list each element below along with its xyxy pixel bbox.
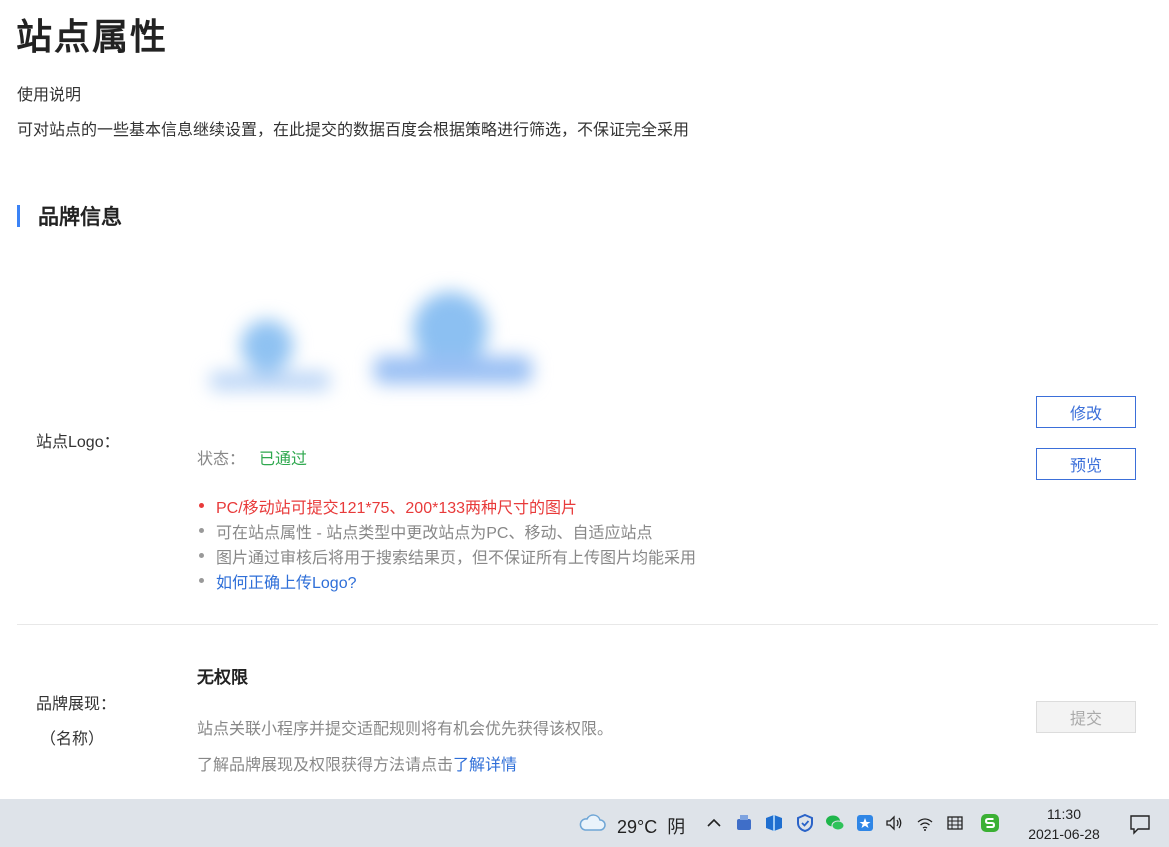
logo-preview-small [196, 300, 342, 410]
site-logo-label: 站点Logo： [36, 434, 120, 451]
sogou-icon[interactable] [980, 813, 1000, 833]
list-item: 可在站点属性 - 站点类型中更改站点为PC、移动、自适应站点 [197, 518, 696, 543]
brand-display-label: 品牌展现： [36, 696, 117, 713]
list-item: 图片通过审核后将用于搜索结果页，但不保证所有上传图片均能采用 [197, 543, 696, 568]
usage-title: 使用说明 [17, 87, 82, 104]
brand-section-title: 品牌信息 [38, 206, 122, 229]
logo-status: 状态： 已通过 [197, 445, 307, 469]
upload-logo-help-link[interactable]: 如何正确上传Logo? [216, 569, 357, 593]
logo-preview-large [358, 280, 548, 410]
section-accent-bar [17, 205, 20, 227]
edit-logo-button[interactable]: 修改 [1036, 396, 1136, 428]
clock-time: 11:30 [1047, 806, 1081, 822]
taskbar: 29°C 阴 11:30 2021-06-28 [0, 799, 1169, 847]
clock-date: 2021-06-28 [1028, 826, 1100, 842]
permission-status: 无权限 [197, 668, 248, 687]
chevron-up-icon[interactable] [705, 814, 723, 832]
brand-display-sublabel: （名称） [40, 731, 105, 748]
brand-display-description: 站点关联小程序并提交适配规则将有机会优先获得该权限。 [197, 721, 614, 738]
list-item: 如何正确上传Logo? [197, 568, 696, 593]
page-title: 站点属性 [16, 16, 169, 57]
cloud-icon[interactable] [578, 811, 606, 833]
logo-tips-list: PC/移动站可提交121*75、200*133两种尺寸的图片 可在站点属性 - … [197, 493, 696, 593]
notification-icon[interactable] [1129, 813, 1151, 835]
star-app-icon[interactable] [855, 813, 875, 833]
submit-button[interactable]: 提交 [1036, 701, 1136, 733]
network-icon[interactable] [945, 813, 965, 833]
status-label: 状态： [197, 451, 246, 468]
system-clock[interactable]: 11:30 2021-06-28 [1015, 804, 1113, 844]
learn-more-link[interactable]: 了解详情 [453, 757, 517, 774]
usage-description: 可对站点的一些基本信息继续设置，在此提交的数据百度会根据策略进行筛选，不保证完全… [17, 122, 690, 139]
app-icon[interactable] [764, 813, 784, 833]
volume-icon[interactable] [884, 813, 904, 833]
usb-icon[interactable] [734, 813, 754, 833]
bullet-icon [199, 503, 204, 508]
preview-logo-button[interactable]: 预览 [1036, 448, 1136, 480]
wechat-icon[interactable] [825, 813, 845, 833]
bullet-icon [199, 578, 204, 583]
shield-icon[interactable] [795, 813, 815, 833]
weather-temp: 29°C [617, 817, 658, 837]
list-item: PC/移动站可提交121*75、200*133两种尺寸的图片 [197, 493, 696, 518]
wifi-icon[interactable] [915, 813, 935, 833]
weather-readout[interactable]: 29°C 阴 [617, 813, 685, 839]
section-divider [17, 624, 1158, 625]
brand-section-header: 品牌信息 [17, 203, 122, 229]
status-value: 已通过 [259, 451, 308, 468]
brand-display-more: 了解品牌展现及权限获得方法请点击了解详情 [197, 757, 518, 774]
weather-desc: 阴 [667, 817, 686, 837]
bullet-icon [199, 528, 204, 533]
bullet-icon [199, 553, 204, 558]
